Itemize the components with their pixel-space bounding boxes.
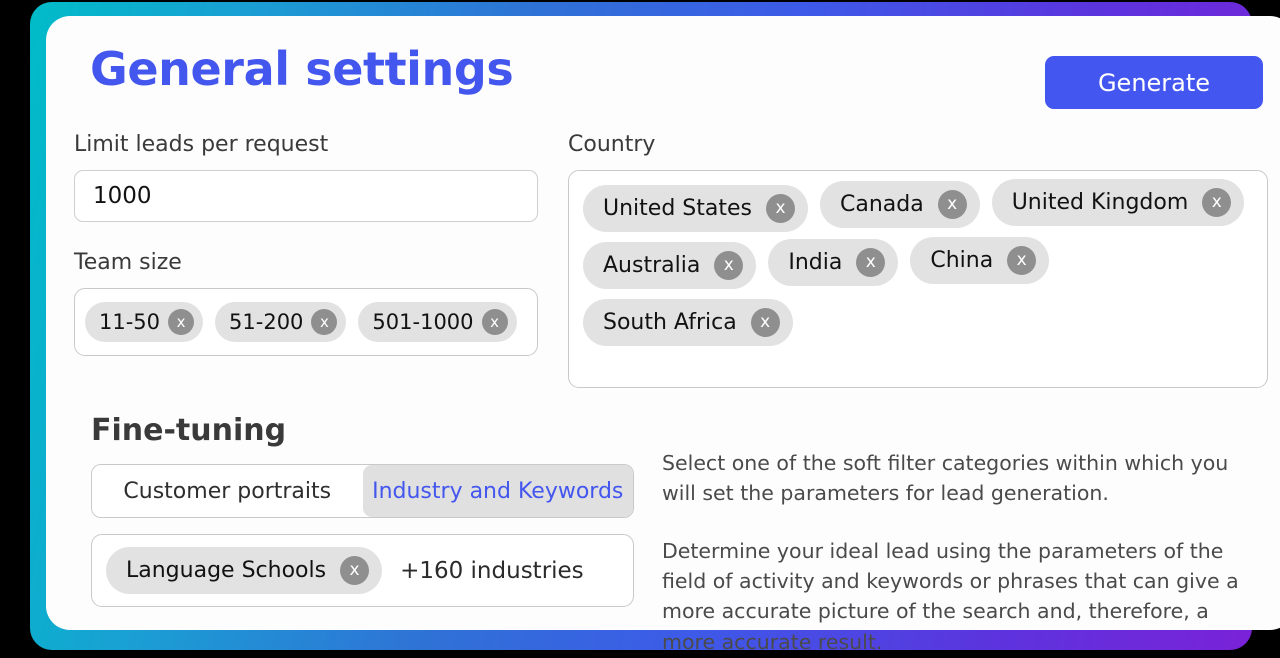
remove-chip-icon[interactable]: x xyxy=(750,308,780,337)
chip-label: 11-50 xyxy=(99,310,161,334)
country-chip[interactable]: United Kingdom x xyxy=(991,179,1245,226)
chip-label: 501-1000 xyxy=(372,310,474,334)
remove-chip-icon[interactable]: x xyxy=(481,309,508,335)
remove-chip-icon[interactable]: x xyxy=(311,309,338,335)
remove-chip-icon[interactable]: x xyxy=(937,190,967,219)
country-chip[interactable]: India x xyxy=(768,239,899,286)
limit-leads-input[interactable] xyxy=(74,170,538,222)
fine-tuning-section: Fine-tuning Customer portraits Industry … xyxy=(74,416,1266,657)
remove-chip-icon[interactable]: x xyxy=(168,309,195,335)
team-size-chip[interactable]: 11-50 x xyxy=(85,302,204,342)
chip-label: Language Schools xyxy=(126,558,327,583)
fine-tuning-help: Select one of the soft filter categories… xyxy=(662,416,1266,657)
team-size-chip[interactable]: 501-1000 x xyxy=(358,302,517,342)
tab-industry-and-keywords[interactable]: Industry and Keywords xyxy=(362,465,633,517)
country-chip-row: South Africa x xyxy=(583,299,1253,346)
country-chip-row: United States x Canada x United Kingdom … xyxy=(583,179,1253,232)
remove-chip-icon[interactable]: x xyxy=(1202,188,1232,217)
top-settings-row: Limit leads per request Team size 11-50 … xyxy=(74,134,1268,388)
gradient-frame: General settings Generate Limit leads pe… xyxy=(30,2,1280,654)
industry-chip[interactable]: Language Schools x xyxy=(106,547,383,594)
helper-paragraph-2: Determine your ideal lead using the para… xyxy=(662,538,1239,654)
fine-tuning-title: Fine-tuning xyxy=(91,413,287,448)
generate-button[interactable]: Generate xyxy=(1045,56,1263,109)
country-chip[interactable]: China x xyxy=(910,237,1050,284)
settings-card: General settings Generate Limit leads pe… xyxy=(46,16,1280,654)
country-chip-box: United States x Canada x United Kingdom … xyxy=(568,170,1268,388)
industry-chip-box: Language Schools x +160 industries xyxy=(91,534,634,607)
right-column: Country United States x Canada x United … xyxy=(568,134,1268,388)
chip-label: India xyxy=(788,250,843,275)
chip-label: Canada xyxy=(839,192,924,217)
fine-tuning-controls: Fine-tuning Customer portraits Industry … xyxy=(74,416,634,657)
country-chip[interactable]: United States x xyxy=(583,185,808,232)
country-chip[interactable]: Canada x xyxy=(819,181,980,228)
remove-chip-icon[interactable]: x xyxy=(1007,246,1037,275)
country-chip[interactable]: Australia x xyxy=(583,242,757,289)
left-column: Limit leads per request Team size 11-50 … xyxy=(74,134,538,388)
country-chip[interactable]: South Africa x xyxy=(583,299,793,346)
chip-label: South Africa xyxy=(603,310,737,335)
chip-label: United States xyxy=(603,196,752,221)
remove-chip-icon[interactable]: x xyxy=(856,248,886,277)
fine-tuning-tabs: Customer portraits Industry and Keywords xyxy=(91,464,634,518)
team-size-chip[interactable]: 51-200 x xyxy=(215,302,347,342)
helper-paragraph-1: Select one of the soft filter categories… xyxy=(662,451,1229,506)
chip-label: 51-200 xyxy=(229,310,304,334)
tab-customer-portraits[interactable]: Customer portraits xyxy=(92,465,363,517)
country-label: Country xyxy=(568,132,656,157)
card-header: General settings Generate xyxy=(74,34,1266,116)
team-size-chip-box: 11-50 x 51-200 x 501-1000 x xyxy=(74,288,538,356)
limit-leads-label: Limit leads per request xyxy=(74,132,329,157)
remove-chip-icon[interactable]: x xyxy=(765,194,795,223)
team-size-label: Team size xyxy=(74,250,182,275)
country-chip-row: Australia x India x China x xyxy=(583,237,1253,289)
chip-label: China xyxy=(930,248,994,273)
remove-chip-icon[interactable]: x xyxy=(340,556,370,585)
remove-chip-icon[interactable]: x xyxy=(714,251,744,280)
industry-count-label: +160 industries xyxy=(400,557,584,584)
chip-label: Australia xyxy=(603,253,701,278)
page-title: General settings xyxy=(90,42,514,96)
chip-label: United Kingdom xyxy=(1011,190,1189,215)
